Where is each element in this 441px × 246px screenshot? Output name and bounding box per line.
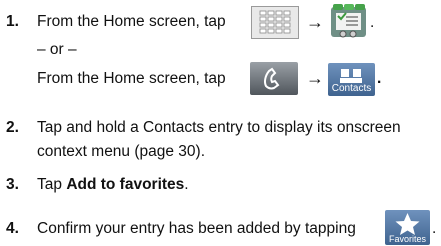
step-number: 3. bbox=[6, 176, 19, 193]
step-number: 2. bbox=[6, 119, 19, 136]
settings-icon[interactable] bbox=[330, 3, 367, 40]
period: . bbox=[432, 220, 437, 237]
period: . bbox=[377, 70, 382, 87]
apps-grid-icon[interactable] bbox=[251, 6, 299, 39]
period: . bbox=[370, 14, 375, 31]
step-text: Confirm your entry has been added by tap… bbox=[37, 220, 356, 237]
contacts-icon[interactable]: Contacts bbox=[328, 63, 375, 96]
step-text: From the Home screen, tap bbox=[37, 70, 226, 87]
arrow-icon: → bbox=[306, 12, 324, 32]
or-separator: – or – bbox=[37, 41, 77, 58]
favorites-label: Favorites bbox=[388, 234, 426, 244]
step-text-line-2: context menu (page 30). bbox=[37, 143, 206, 160]
arrow-icon: → bbox=[306, 68, 324, 88]
step-number: 1. bbox=[6, 13, 19, 30]
step-text-prefix: Tap bbox=[37, 176, 67, 193]
contacts-label: Contacts bbox=[331, 83, 372, 94]
step-text-line-1: Tap and hold a Contacts entry to display… bbox=[37, 119, 401, 136]
add-to-favorites-label: Add to favorites bbox=[66, 176, 185, 193]
step-text: Tap Add to favorites. bbox=[37, 175, 189, 194]
step-number: 4. bbox=[6, 220, 19, 237]
favorites-star-icon[interactable]: Favorites bbox=[385, 210, 430, 245]
phone-icon[interactable] bbox=[250, 62, 298, 95]
step-text-suffix: . bbox=[184, 176, 189, 193]
step-text: From the Home screen, tap bbox=[37, 13, 226, 30]
